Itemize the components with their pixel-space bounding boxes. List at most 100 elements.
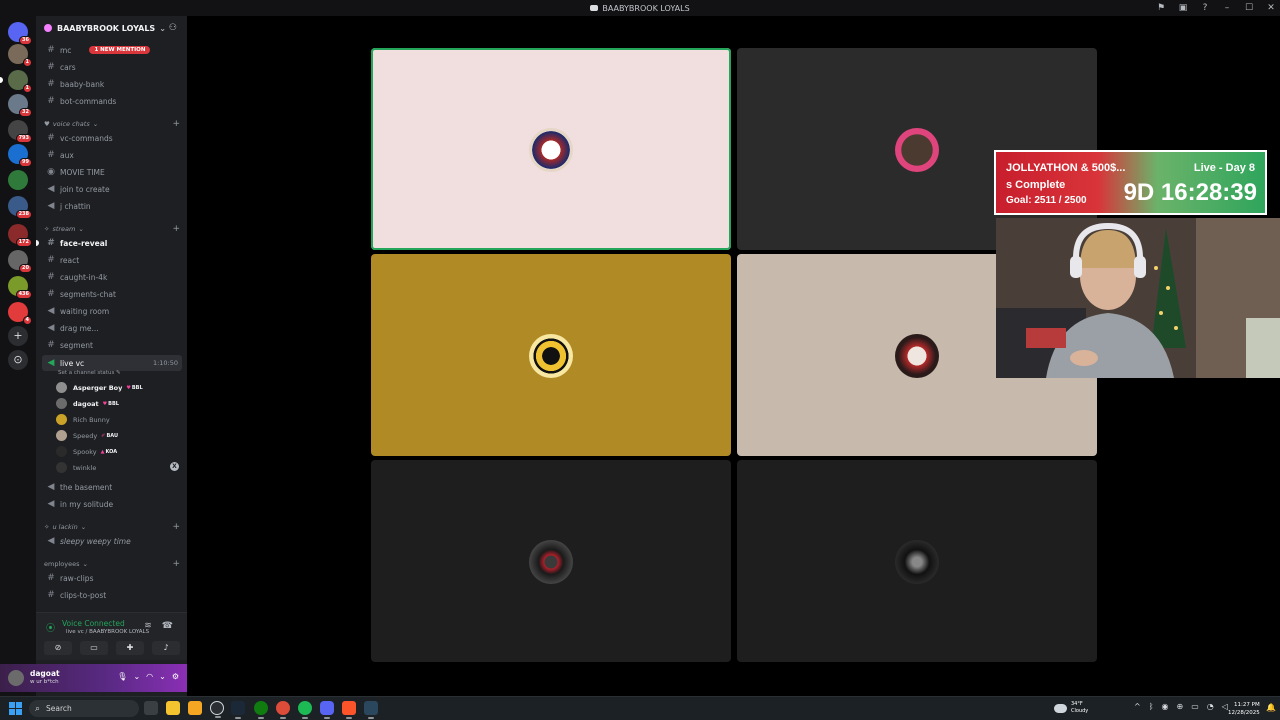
channel-baaby-bank[interactable]: # baaby-bank — [42, 76, 182, 92]
folder-icon[interactable] — [188, 701, 202, 715]
server-icon[interactable]: 172 — [8, 224, 32, 247]
chevron-up-icon[interactable]: ^ — [1134, 702, 1141, 711]
minimize-button[interactable]: – — [1222, 3, 1232, 13]
voice-user[interactable]: Asperger Boy ♥BBL — [56, 380, 143, 395]
username[interactable]: dagoat — [30, 669, 60, 678]
category-voice-chats[interactable]: ♥ voice chats ⌄ + — [44, 119, 180, 129]
notification-bell-icon[interactable]: 🔔 — [1266, 703, 1276, 712]
signal-icon[interactable]: ⦿ — [46, 621, 55, 634]
server-icon[interactable]: 436 — [8, 276, 32, 299]
server-icon[interactable]: 99 — [8, 144, 32, 167]
display-icon[interactable]: ▭ — [1191, 702, 1199, 711]
channel-caught-in-4k[interactable]: # caught-in-4k — [42, 269, 182, 285]
settings-gear-icon[interactable]: ⚙ — [172, 672, 179, 681]
channel-j-chattin[interactable]: ◀ j chattin — [42, 198, 182, 214]
channel-cars[interactable]: # cars — [42, 59, 182, 75]
camera-off-button[interactable]: ⊘ — [44, 641, 72, 655]
app-icon[interactable] — [210, 701, 224, 718]
channel-live-vc[interactable]: ◀ live vc 1:10:50 — [42, 355, 182, 371]
voice-connected-label[interactable]: Voice Connected — [62, 619, 125, 628]
channel-status-link[interactable]: Set a channel status ✎ — [58, 370, 121, 376]
voice-user[interactable]: Spooky ▲KOA — [56, 444, 117, 459]
server-icon[interactable]: 32 — [8, 94, 32, 117]
channel-face-reveal[interactable]: # face-reveal — [36, 235, 182, 251]
discover-icon[interactable]: ⊙ — [8, 350, 28, 370]
security-icon[interactable]: ◉ — [1162, 702, 1169, 711]
channel-drag-me[interactable]: ◀ drag me... — [42, 320, 182, 336]
category-stream[interactable]: ✧ stream ⌄ + — [44, 224, 180, 234]
spotify-icon[interactable] — [298, 701, 312, 719]
channel-segment[interactable]: # segment — [42, 337, 182, 353]
bluetooth-icon[interactable]: ᛒ — [1149, 702, 1154, 711]
microphone-icon[interactable]: 🎙 — [117, 672, 127, 681]
channel-the-basement[interactable]: ◀ the basement — [42, 479, 182, 495]
participant-tile[interactable] — [737, 460, 1097, 662]
channel-mc[interactable]: # mc 1 NEW MENTION — [42, 42, 182, 58]
steam-alt-icon[interactable] — [364, 701, 378, 719]
channel-join-to-create[interactable]: ◀ join to create — [42, 181, 182, 197]
start-button[interactable] — [9, 702, 22, 715]
channel-movie-time[interactable]: ◉ MOVIE TIME — [42, 164, 182, 180]
channel-waiting-room[interactable]: ◀ waiting room — [42, 303, 182, 319]
taskbar-search[interactable]: ⌕ Search — [29, 700, 139, 717]
participant-tile[interactable] — [371, 254, 731, 456]
channel-bot-commands[interactable]: # bot-commands — [42, 93, 182, 109]
task-view-icon[interactable] — [144, 701, 158, 715]
channel-raw-clips[interactable]: # raw-clips — [42, 570, 182, 586]
voice-user[interactable]: Rich Bunny — [56, 412, 110, 427]
server-icon-active[interactable]: 1 — [0, 70, 32, 93]
flag-icon[interactable]: ⚑ — [1156, 3, 1166, 13]
wifi-icon[interactable]: ◔ — [1207, 702, 1214, 711]
add-channel-icon[interactable]: + — [172, 224, 180, 234]
server-icon[interactable]: 4 — [8, 302, 32, 325]
invite-icon[interactable]: ⚇ — [169, 23, 177, 33]
channel-aux[interactable]: # aux — [42, 147, 182, 163]
network-icon[interactable]: ⊕ — [1177, 702, 1184, 711]
channel-in-my-solitude[interactable]: ◀ in my solitude — [42, 496, 182, 512]
clock[interactable]: 11:27 PM 12/28/2025 — [1228, 701, 1260, 717]
inbox-icon[interactable]: ▣ — [1178, 3, 1188, 13]
activities-button[interactable]: ✚ — [116, 641, 144, 655]
server-icon[interactable]: 20 — [8, 250, 32, 273]
server-icon[interactable] — [8, 170, 28, 190]
volume-icon[interactable]: ◁ — [1222, 702, 1228, 711]
server-header[interactable]: BAABYBROOK LOYALS ⌄ ⚇ — [36, 16, 187, 40]
category-u-lackin[interactable]: ✧ u lackin ⌄ + — [44, 522, 180, 532]
voice-user[interactable]: Speedy ✐BAU — [56, 428, 118, 443]
new-mention-badge[interactable]: 1 NEW MENTION — [89, 46, 151, 54]
server-icon[interactable]: 1 — [8, 44, 32, 67]
voice-user[interactable]: twinkle — [56, 460, 96, 475]
voice-channel-path[interactable]: live vc / BAABYBROOK LOYALS — [66, 629, 149, 635]
channel-clips-to-post[interactable]: # clips-to-post — [42, 587, 182, 603]
chrome-icon[interactable] — [276, 701, 290, 719]
avatar[interactable] — [8, 670, 24, 686]
channel-sleepy-weepy-time[interactable]: ◀ sleepy weepy time — [42, 533, 182, 549]
add-server-button[interactable]: + — [8, 326, 28, 346]
server-icon[interactable]: 238 — [8, 196, 32, 219]
add-channel-icon[interactable]: + — [172, 522, 180, 532]
steam-icon[interactable] — [231, 701, 245, 719]
soundboard-button[interactable]: ♪ — [152, 641, 180, 655]
voice-user[interactable]: dagoat ♥BBL — [56, 396, 119, 411]
channel-vc-commands[interactable]: # vc-commands — [42, 130, 182, 146]
channel-segments-chat[interactable]: # segments-chat — [42, 286, 182, 302]
help-icon[interactable]: ? — [1200, 3, 1210, 13]
discord-icon[interactable] — [320, 701, 334, 719]
category-employees[interactable]: employees ⌄ + — [44, 559, 180, 569]
add-channel-icon[interactable]: + — [172, 119, 180, 129]
channel-react[interactable]: # react — [42, 252, 182, 268]
xbox-app-icon[interactable] — [254, 701, 268, 719]
server-direct-messages[interactable]: 36 — [8, 22, 32, 45]
noise-suppression-icon[interactable]: ≋ — [144, 621, 152, 631]
headphones-icon[interactable]: ◠ — [146, 672, 153, 681]
participant-tile[interactable] — [371, 48, 731, 250]
add-channel-icon[interactable]: + — [172, 559, 180, 569]
screen-share-button[interactable]: ▭ — [80, 641, 108, 655]
disconnect-icon[interactable]: ☎ — [162, 621, 173, 631]
server-icon[interactable]: 793 — [8, 120, 32, 143]
brave-icon[interactable] — [342, 701, 356, 719]
chevron-down-icon[interactable]: ⌄ — [159, 672, 166, 681]
file-explorer-icon[interactable] — [166, 701, 180, 715]
weather-widget[interactable]: 34°F Cloudy — [1054, 701, 1088, 715]
close-button[interactable]: ✕ — [1266, 3, 1276, 13]
